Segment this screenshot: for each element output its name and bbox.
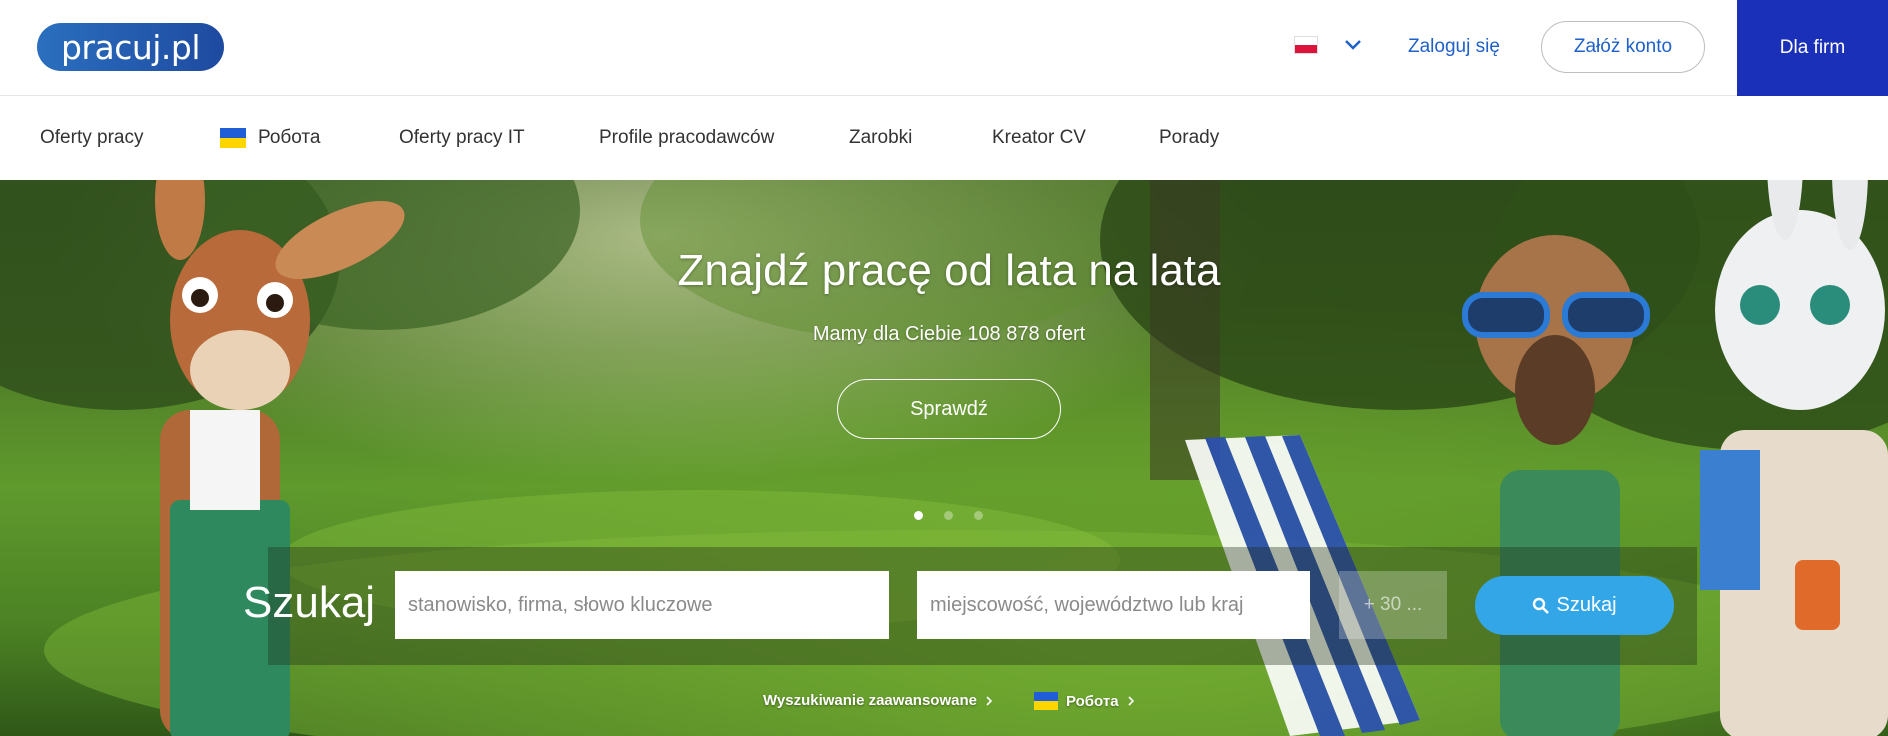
search-icon <box>1533 597 1550 614</box>
flag-poland-icon <box>1294 36 1318 54</box>
search-button-label: Szukaj <box>1556 594 1617 616</box>
search-heading: Szukaj <box>243 578 376 627</box>
chevron-right-icon <box>1127 696 1134 706</box>
check-button[interactable]: Sprawdź <box>837 379 1061 439</box>
for-companies-button[interactable]: Dla firm <box>1737 0 1888 96</box>
carousel-dot[interactable] <box>914 511 923 520</box>
login-link[interactable]: Zaloguj się <box>1408 36 1500 58</box>
hero-banner: Znajdź pracę od lata na lata Mamy dla Ci… <box>0 180 1888 736</box>
hero-headline: Znajdź pracę od lata na lata <box>677 246 1221 295</box>
nav-item-job-offers[interactable]: Oferty pracy <box>40 127 143 149</box>
language-selector[interactable] <box>1294 36 1362 54</box>
nav-item-ukrainian-jobs[interactable]: Робота <box>220 127 321 149</box>
carousel-indicators <box>914 511 983 520</box>
distance-select[interactable]: + 30 ... <box>1339 571 1447 639</box>
nav-item-label: Kreator CV <box>992 127 1086 148</box>
nav-item-label: Zarobki <box>849 127 913 148</box>
ukraine-jobs-link[interactable]: Робота <box>1034 692 1135 710</box>
nav-item-cv-creator[interactable]: Kreator CV <box>992 127 1086 149</box>
chevron-right-icon <box>986 695 993 706</box>
flag-ukraine-icon <box>1034 692 1058 710</box>
offers-count-text: Mamy dla Ciebie 108 878 ofert <box>812 323 1086 345</box>
nav-item-label: Porady <box>1159 127 1220 148</box>
carousel-dot[interactable] <box>974 511 983 520</box>
register-button[interactable]: Załóż konto <box>1541 21 1705 73</box>
carousel-dot[interactable] <box>944 511 953 520</box>
ukraine-jobs-label: Робота <box>1066 692 1119 710</box>
keyword-search-input[interactable] <box>395 571 889 639</box>
location-search-input[interactable] <box>917 571 1310 639</box>
pracuj-logo[interactable]: pracuj.pl <box>37 23 224 71</box>
nav-item-label: Oferty pracy IT <box>399 127 525 148</box>
search-button[interactable]: Szukaj <box>1475 576 1674 635</box>
nav-item-label: Oferty pracy <box>40 127 144 148</box>
nav-item-employer-profiles[interactable]: Profile pracodawców <box>599 127 774 149</box>
advanced-search-label: Wyszukiwanie zaawansowane <box>763 692 977 709</box>
main-nav: Oferty pracy Робота Oferty pracy IT Prof… <box>0 97 1888 180</box>
nav-item-advice[interactable]: Porady <box>1159 127 1219 149</box>
nav-item-label: Profile pracodawców <box>599 127 775 148</box>
nav-item-label: Робота <box>258 127 321 148</box>
nav-item-salaries[interactable]: Zarobki <box>849 127 912 149</box>
top-bar: pracuj.pl Zaloguj się Załóż konto Dla fi… <box>0 0 1888 96</box>
flag-ukraine-icon <box>220 128 246 148</box>
nav-item-it-offers[interactable]: Oferty pracy IT <box>399 127 525 149</box>
chevron-down-icon <box>1345 40 1361 50</box>
advanced-search-link[interactable]: Wyszukiwanie zaawansowane <box>763 692 993 709</box>
